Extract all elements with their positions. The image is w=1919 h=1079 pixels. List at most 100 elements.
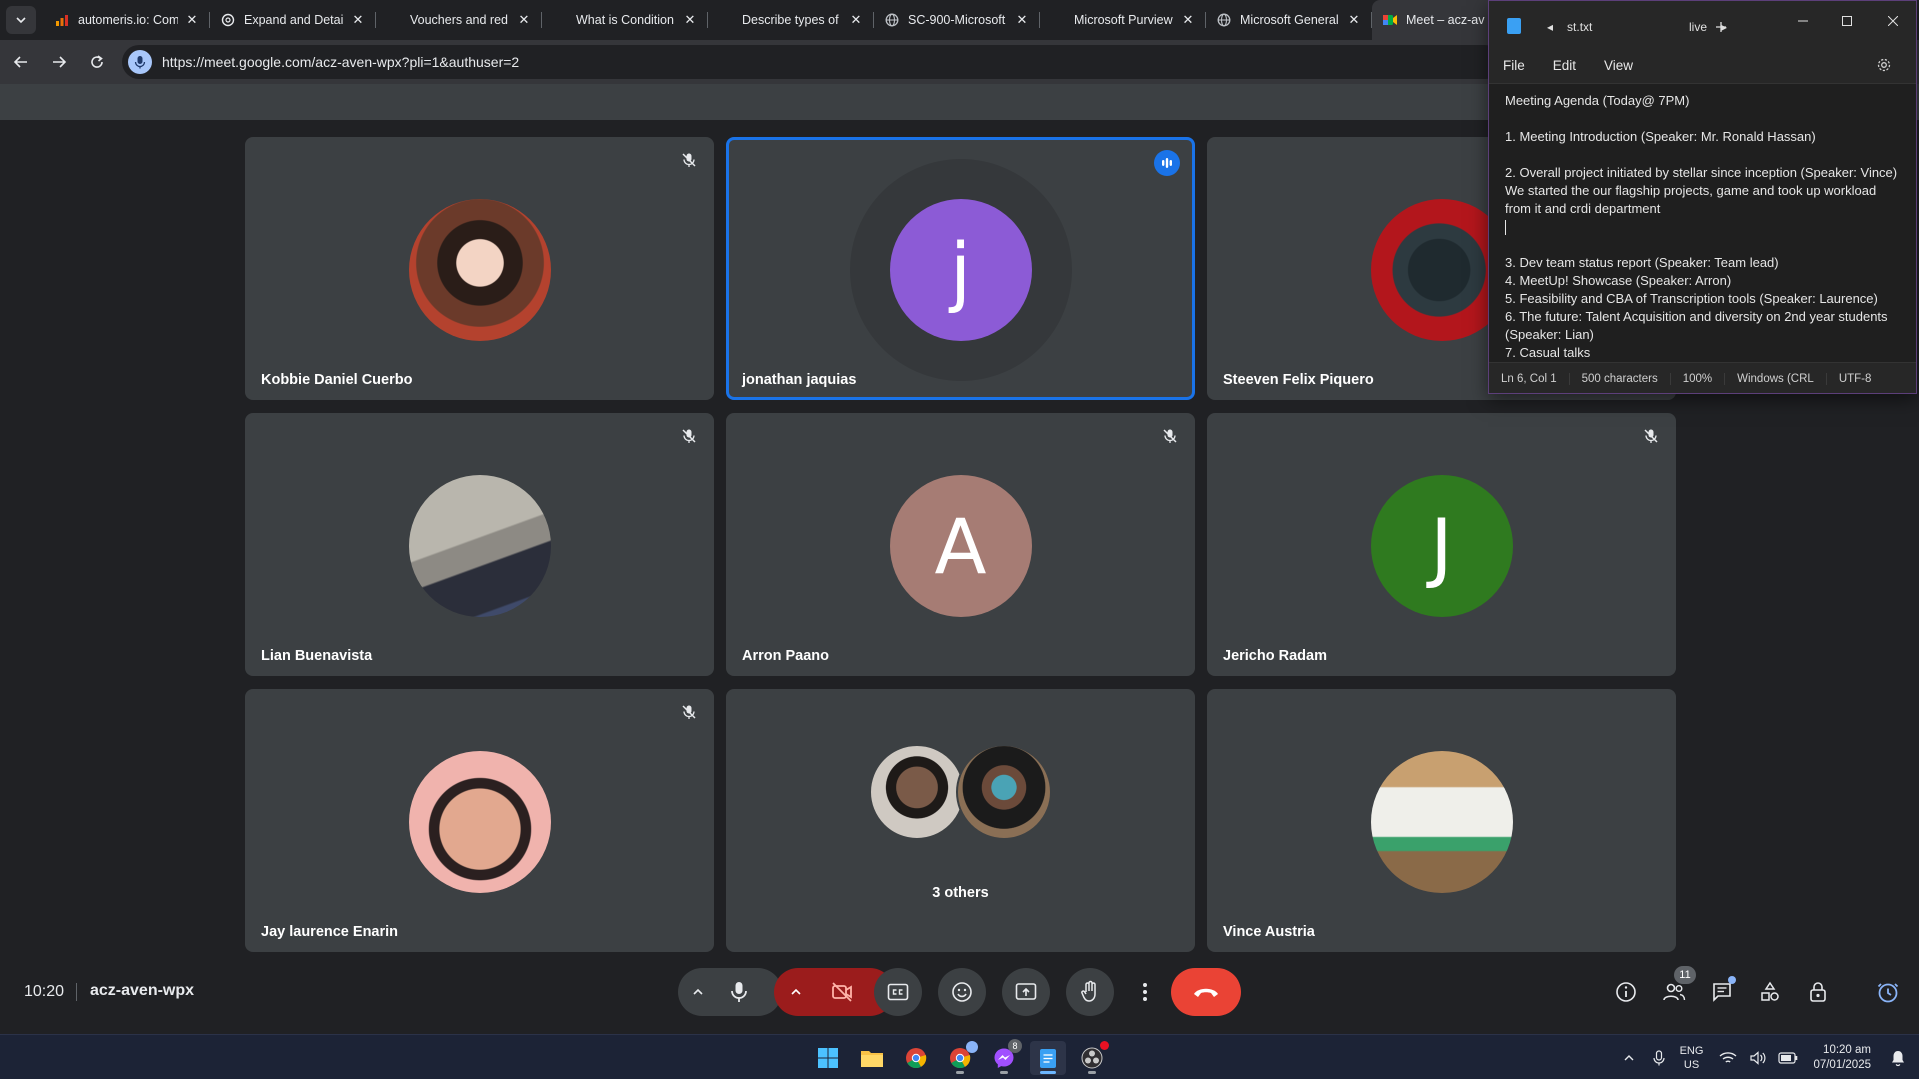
microsoft-icon	[1050, 12, 1066, 28]
maximize-button[interactable]	[1827, 7, 1867, 35]
participant-tile[interactable]: Lian Buenavista	[245, 413, 714, 676]
file-explorer-icon[interactable]	[854, 1041, 890, 1075]
audio-level-icon	[1154, 150, 1180, 176]
present-button[interactable]	[1002, 968, 1050, 1016]
timer-button[interactable]	[1868, 972, 1908, 1012]
browser-tab[interactable]: Microsoft Purview ✕	[1040, 0, 1206, 40]
microsoft-icon	[718, 12, 734, 28]
close-icon	[1888, 16, 1898, 26]
captions-button[interactable]	[874, 968, 922, 1016]
close-icon[interactable]: ✕	[848, 12, 864, 28]
participant-name: Steeven Felix Piquero	[1223, 372, 1374, 388]
close-icon[interactable]: ✕	[184, 12, 200, 28]
close-icon[interactable]: ✕	[1180, 12, 1196, 28]
browser-tab[interactable]: Microsoft General ✕	[1206, 0, 1372, 40]
participant-tile[interactable]: J Jericho Radam	[1207, 413, 1676, 676]
close-button[interactable]	[1873, 7, 1913, 35]
browser-tab[interactable]: SC-900-Microsoft ✕	[874, 0, 1040, 40]
raise-hand-icon	[1081, 980, 1096, 1002]
line-ending[interactable]: Windows (CRL	[1725, 373, 1827, 385]
chevron-up-icon[interactable]	[790, 985, 802, 1003]
caret-left-icon[interactable]: ◂	[1547, 20, 1553, 34]
volume-icon[interactable]	[1745, 1045, 1771, 1071]
close-icon[interactable]: ✕	[1014, 12, 1030, 28]
mic-icon[interactable]	[1646, 1045, 1672, 1071]
microphone-control[interactable]	[678, 968, 782, 1016]
forward-button[interactable]	[42, 45, 76, 79]
emoji-icon	[952, 982, 972, 1002]
meeting-details-button[interactable]	[1606, 972, 1646, 1012]
battery-icon[interactable]	[1775, 1045, 1801, 1071]
notepad-icon[interactable]	[1030, 1041, 1066, 1075]
text-line: 2. Overall project initiated by stellar …	[1505, 165, 1898, 216]
chart-bars-icon	[54, 12, 70, 28]
new-tab-button[interactable]	[1706, 13, 1736, 41]
address-bar[interactable]: https://meet.google.com/acz-aven-wpx?pli…	[122, 45, 1502, 79]
back-button[interactable]	[4, 45, 38, 79]
encoding[interactable]: UTF-8	[1827, 373, 1884, 385]
chevron-up-icon[interactable]	[1616, 1045, 1642, 1071]
reload-button[interactable]	[80, 45, 114, 79]
participant-tile[interactable]: Vince Austria	[1207, 689, 1676, 952]
browser-tab[interactable]: What is Condition ✕	[542, 0, 708, 40]
close-icon[interactable]: ✕	[516, 12, 532, 28]
close-icon[interactable]: ✕	[350, 12, 366, 28]
notepad-tab[interactable]: ◂ st.txt	[1547, 15, 1669, 39]
text-line: 5. Feasibility and CBA of Transcription …	[1505, 291, 1878, 306]
leave-call-button[interactable]	[1171, 968, 1241, 1016]
browser-tab[interactable]: Describe types of ✕	[708, 0, 874, 40]
notification-bell-icon[interactable]	[1885, 1045, 1911, 1071]
globe-icon	[884, 12, 900, 28]
chat-button[interactable]	[1702, 972, 1742, 1012]
timer-icon	[1877, 983, 1899, 1003]
tab-title: Microsoft General	[1240, 13, 1339, 27]
mic-off-icon	[1640, 425, 1662, 447]
cursor-position: Ln 6, Col 1	[1489, 373, 1570, 385]
host-controls-button[interactable]	[1798, 972, 1838, 1012]
others-tile[interactable]: 3 others	[726, 689, 1195, 952]
windows-start-icon[interactable]	[810, 1041, 846, 1075]
tab-search-button[interactable]	[6, 6, 36, 34]
menu-edit[interactable]: Edit	[1553, 58, 1576, 73]
browser-tab[interactable]: Vouchers and red ✕	[376, 0, 542, 40]
settings-gear-icon[interactable]	[1876, 57, 1892, 76]
messenger-icon[interactable]: 8	[986, 1039, 1022, 1075]
notepad-text-area[interactable]: Meeting Agenda (Today@ 7PM) 1. Meeting I…	[1489, 83, 1916, 363]
menu-view[interactable]: View	[1604, 58, 1633, 73]
notepad-window[interactable]: ◂ st.txt live ▸ File Edit View Meeting A…	[1488, 0, 1917, 394]
mic-off-icon	[678, 149, 700, 171]
zoom-level[interactable]: 100%	[1671, 373, 1726, 385]
obs-icon[interactable]	[1074, 1041, 1110, 1075]
activities-button[interactable]	[1750, 972, 1790, 1012]
wifi-icon[interactable]	[1715, 1045, 1741, 1071]
text-line: 4. MeetUp! Showcase (Speaker: Arron)	[1505, 273, 1732, 288]
participant-tile[interactable]: Kobbie Daniel Cuerbo	[245, 137, 714, 400]
taskbar-clock[interactable]: 10:20 am 07/01/2025	[1813, 1043, 1871, 1073]
chrome-icon[interactable]	[898, 1041, 934, 1075]
meeting-code: acz-aven-wpx	[90, 982, 195, 999]
close-icon[interactable]: ✕	[682, 12, 698, 28]
participant-tile[interactable]: Jay laurence Enarin	[245, 689, 714, 952]
menu-file[interactable]: File	[1503, 58, 1525, 73]
camera-off-icon[interactable]	[830, 980, 854, 1009]
minimize-button[interactable]	[1783, 7, 1823, 35]
raise-hand-button[interactable]	[1066, 968, 1114, 1016]
chrome-profile-icon[interactable]	[942, 1041, 978, 1075]
text-line	[1505, 236, 1898, 254]
language-indicator[interactable]: ENG US	[1680, 1044, 1704, 1072]
reactions-button[interactable]	[938, 968, 986, 1016]
participant-tile[interactable]: A Arron Paano	[726, 413, 1195, 676]
avatar	[956, 744, 1052, 840]
people-button[interactable]: 11	[1654, 966, 1696, 1012]
notepad-menu-bar: File Edit View	[1489, 49, 1916, 81]
browser-tab[interactable]: Expand and Detai ✕	[210, 0, 376, 40]
notepad-title-bar[interactable]: ◂ st.txt live ▸	[1489, 1, 1916, 49]
chevron-up-icon[interactable]	[692, 985, 704, 1003]
close-icon[interactable]: ✕	[1346, 12, 1362, 28]
participant-tile-speaking[interactable]: j jonathan jaquias	[726, 137, 1195, 400]
arrow-left-icon	[13, 56, 27, 68]
browser-tab[interactable]: automeris.io: Com ✕	[44, 0, 210, 40]
site-mic-icon[interactable]	[128, 50, 152, 74]
mic-icon[interactable]	[728, 980, 750, 1009]
more-options-button[interactable]	[1130, 968, 1160, 1016]
